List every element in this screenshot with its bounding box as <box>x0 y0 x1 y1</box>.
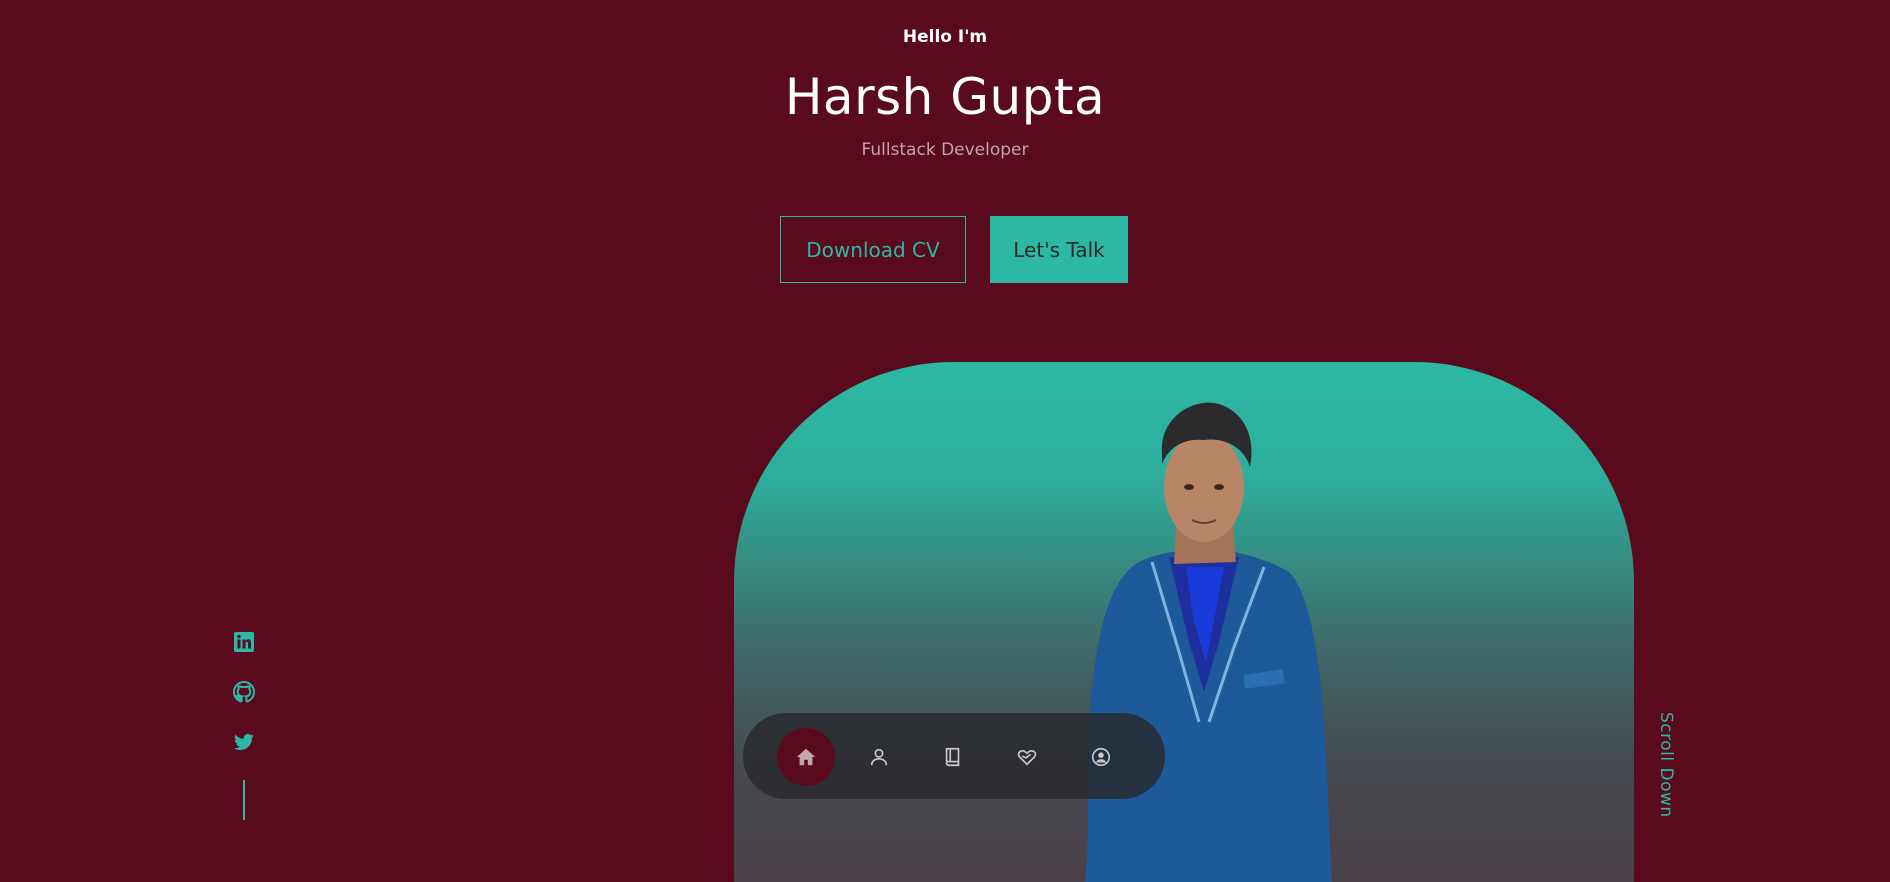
nav-about[interactable] <box>850 728 908 786</box>
book-icon <box>945 747 960 767</box>
download-cv-button[interactable]: Download CV <box>780 216 966 283</box>
user-icon <box>870 748 888 766</box>
greeting: Hello I'm <box>902 27 988 47</box>
services-icon <box>1017 750 1037 766</box>
profile-photo <box>1084 402 1332 882</box>
scroll-down-link[interactable]: Scroll Down <box>1656 712 1676 818</box>
contact-icon <box>1091 747 1111 767</box>
twitter-icon[interactable] <box>232 730 256 754</box>
page-title: Harsh Gupta <box>784 68 1106 126</box>
nav-experience[interactable] <box>924 728 982 786</box>
nav-home[interactable] <box>777 728 835 786</box>
linkedin-icon[interactable] <box>232 630 256 654</box>
social-divider-line <box>243 780 245 820</box>
lets-talk-button[interactable]: Let's Talk <box>990 216 1128 283</box>
home-icon <box>796 748 816 766</box>
profile-photo-frame <box>734 362 1634 882</box>
nav-contact[interactable] <box>1072 728 1130 786</box>
role-subtitle: Fullstack Developer <box>861 140 1029 160</box>
nav-services[interactable] <box>998 728 1056 786</box>
github-icon[interactable] <box>232 680 256 704</box>
bottom-nav <box>743 713 1165 799</box>
